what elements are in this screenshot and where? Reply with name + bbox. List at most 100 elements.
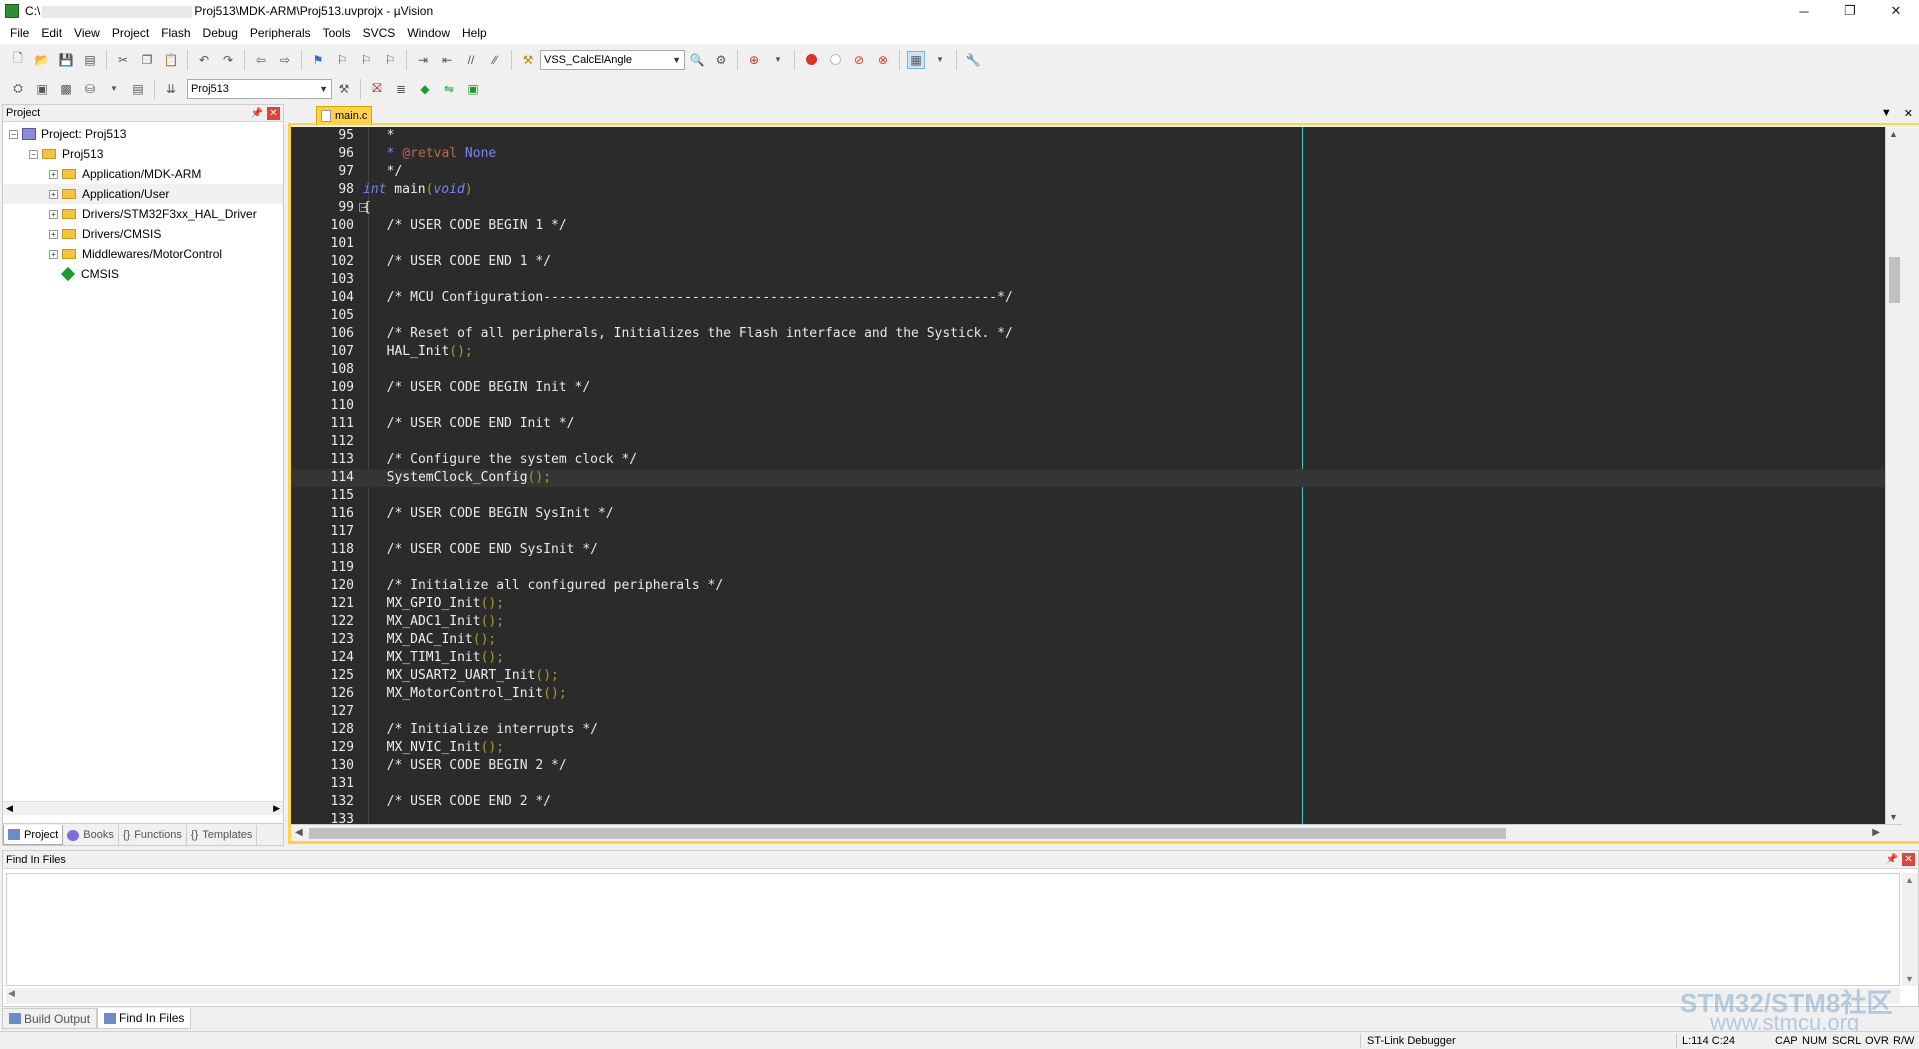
find-results-area[interactable] bbox=[6, 873, 1900, 986]
open-file-icon[interactable]: 📂 bbox=[33, 51, 51, 69]
menu-tools[interactable]: Tools bbox=[317, 26, 357, 40]
menu-debug[interactable]: Debug bbox=[197, 26, 244, 40]
tree-item-target[interactable]: − Proj513 bbox=[3, 144, 283, 164]
window-layout-icon[interactable]: ▦ bbox=[907, 50, 925, 69]
find-hscrollbar[interactable]: ◀ bbox=[6, 988, 1900, 1004]
close-panel-icon[interactable]: ✕ bbox=[1902, 853, 1915, 866]
tab-functions[interactable]: {} Functions bbox=[119, 825, 187, 845]
menu-file[interactable]: File bbox=[4, 26, 35, 40]
pin-icon[interactable]: 📌 bbox=[1886, 854, 1898, 865]
prev-bookmark-icon[interactable]: ⚐ bbox=[333, 51, 351, 69]
menu-svcs[interactable]: SVCS bbox=[357, 26, 402, 40]
scroll-right-icon[interactable]: ▶ bbox=[273, 803, 280, 814]
editor-hscrollbar[interactable]: ◀ ▶ bbox=[291, 824, 1902, 841]
tab-list-dropdown-icon[interactable]: ▼ bbox=[1881, 107, 1892, 120]
expand-icon[interactable]: + bbox=[49, 189, 58, 199]
manage-run-time-icon[interactable]: ◆ bbox=[416, 80, 434, 98]
manage-project-items-icon[interactable]: ⛝ bbox=[368, 80, 386, 98]
file-tab-main-c[interactable]: main.c bbox=[316, 106, 372, 125]
close-button[interactable]: ✕ bbox=[1873, 0, 1919, 22]
tree-item-group[interactable]: + Application/MDK-ARM bbox=[3, 164, 283, 184]
find-vscrollbar[interactable]: ▲ ▼ bbox=[1902, 873, 1918, 986]
chevron-down-icon[interactable]: ▼ bbox=[105, 80, 123, 98]
tab-project[interactable]: Project bbox=[3, 825, 64, 845]
disable-breakpoints-icon[interactable]: ⊘ bbox=[850, 51, 868, 69]
target-options-icon[interactable]: ⚒ bbox=[335, 80, 353, 98]
save-icon[interactable]: 💾 bbox=[57, 51, 75, 69]
scroll-left-icon[interactable]: ◀ bbox=[6, 803, 13, 814]
expand-icon[interactable]: + bbox=[49, 169, 58, 179]
collapse-icon[interactable]: − bbox=[9, 129, 18, 139]
expand-icon[interactable]: + bbox=[49, 249, 58, 259]
tree-item-group[interactable]: + Middlewares/MotorControl bbox=[3, 244, 283, 264]
stm32cubemx-icon[interactable]: ▣ bbox=[464, 80, 482, 98]
cut-icon[interactable]: ✂ bbox=[114, 51, 132, 69]
new-file-icon[interactable]: 🗋 bbox=[9, 51, 27, 69]
collapse-icon[interactable]: − bbox=[29, 149, 38, 159]
tree-item-group[interactable]: + Drivers/STM32F3xx_HAL_Driver bbox=[3, 204, 283, 224]
tab-templates[interactable]: {} Templates bbox=[187, 825, 258, 845]
translate-icon[interactable]: ⛭ bbox=[9, 80, 27, 98]
redo-icon[interactable]: ↷ bbox=[219, 51, 237, 69]
navigate-forward-icon[interactable]: ⇨ bbox=[276, 51, 294, 69]
expand-icon[interactable]: + bbox=[49, 209, 58, 219]
scroll-thumb[interactable] bbox=[309, 828, 1506, 839]
tree-item-cmsis[interactable]: CMSIS bbox=[3, 264, 283, 284]
chevron-down-icon[interactable]: ▼ bbox=[769, 51, 787, 69]
chevron-down-icon[interactable]: ▼ bbox=[931, 51, 949, 69]
undo-icon[interactable]: ↶ bbox=[195, 51, 213, 69]
pin-icon[interactable]: 📌 bbox=[251, 108, 263, 119]
minimize-button[interactable]: ─ bbox=[1781, 0, 1827, 22]
code-editor[interactable]: 95 * 96 * @retval None 97 */ 98 int main(… bbox=[291, 127, 1902, 824]
editor-vscrollbar[interactable]: ▲ ▼ bbox=[1885, 127, 1902, 824]
save-all-icon[interactable]: ▤ bbox=[81, 51, 99, 69]
scroll-thumb[interactable] bbox=[1889, 257, 1900, 303]
enable-breakpoint-icon[interactable] bbox=[826, 51, 844, 69]
scroll-up-icon[interactable]: ▲ bbox=[1889, 129, 1898, 139]
incremental-find-icon[interactable]: ⚙ bbox=[712, 51, 730, 69]
paste-icon[interactable]: 📋 bbox=[162, 51, 180, 69]
kill-breakpoints-icon[interactable]: ⊗ bbox=[874, 51, 892, 69]
rebuild-icon[interactable]: ▩ bbox=[57, 80, 75, 98]
indent-icon[interactable]: ⇥ bbox=[414, 51, 432, 69]
comment-icon[interactable]: // bbox=[462, 51, 480, 69]
menu-window[interactable]: Window bbox=[401, 26, 456, 40]
next-bookmark-icon[interactable]: ⚐ bbox=[357, 51, 375, 69]
pack-installer-icon[interactable]: ⇋ bbox=[440, 80, 458, 98]
restore-button[interactable]: ❐ bbox=[1827, 0, 1873, 22]
scroll-down-icon[interactable]: ▼ bbox=[1905, 974, 1914, 984]
close-tab-icon[interactable]: ✕ bbox=[1904, 107, 1913, 120]
scroll-up-icon[interactable]: ▲ bbox=[1905, 875, 1914, 885]
menu-flash[interactable]: Flash bbox=[155, 26, 196, 40]
menu-project[interactable]: Project bbox=[106, 26, 155, 40]
scroll-down-icon[interactable]: ▼ bbox=[1889, 812, 1898, 822]
tree-item-project-root[interactable]: − Project: Proj513 bbox=[3, 124, 283, 144]
menu-peripherals[interactable]: Peripherals bbox=[244, 26, 317, 40]
insert-breakpoint-icon[interactable] bbox=[802, 51, 820, 69]
close-panel-icon[interactable]: ✕ bbox=[267, 106, 280, 120]
build-icon[interactable]: ▣ bbox=[33, 80, 51, 98]
expand-icon[interactable]: + bbox=[49, 229, 58, 239]
tree-item-group[interactable]: + Application/User bbox=[3, 184, 283, 204]
tab-build-output[interactable]: Build Output bbox=[2, 1008, 98, 1029]
menu-help[interactable]: Help bbox=[456, 26, 493, 40]
unindent-icon[interactable]: ⇤ bbox=[438, 51, 456, 69]
chevron-down-icon[interactable]: ▼ bbox=[672, 55, 681, 65]
stop-build-icon[interactable]: ▤ bbox=[129, 80, 147, 98]
scroll-right-icon[interactable]: ▶ bbox=[1872, 827, 1880, 838]
clear-bookmarks-icon[interactable]: ⚐ bbox=[381, 51, 399, 69]
navigate-back-icon[interactable]: ⇦ bbox=[252, 51, 270, 69]
scroll-left-icon[interactable]: ◀ bbox=[295, 827, 303, 838]
select-packs-icon[interactable]: ≣ bbox=[392, 80, 410, 98]
target-combo[interactable]: Proj513 ▼ bbox=[187, 78, 332, 99]
menu-edit[interactable]: Edit bbox=[35, 26, 68, 40]
menu-view[interactable]: View bbox=[68, 26, 106, 40]
batch-build-icon[interactable]: ⛁ bbox=[81, 80, 99, 98]
debug-session-icon[interactable]: ⊕ bbox=[745, 51, 763, 69]
chevron-down-icon[interactable]: ▼ bbox=[319, 84, 328, 94]
configure-icon[interactable]: 🔧 bbox=[964, 51, 982, 69]
bookmark-icon[interactable]: ⚑ bbox=[309, 51, 327, 69]
find-in-files-icon[interactable]: 🔍 bbox=[688, 51, 706, 69]
find-combo[interactable]: VSS_CalcElAngle ▼ bbox=[540, 49, 685, 70]
uncomment-icon[interactable]: ∕∕ bbox=[486, 51, 504, 69]
